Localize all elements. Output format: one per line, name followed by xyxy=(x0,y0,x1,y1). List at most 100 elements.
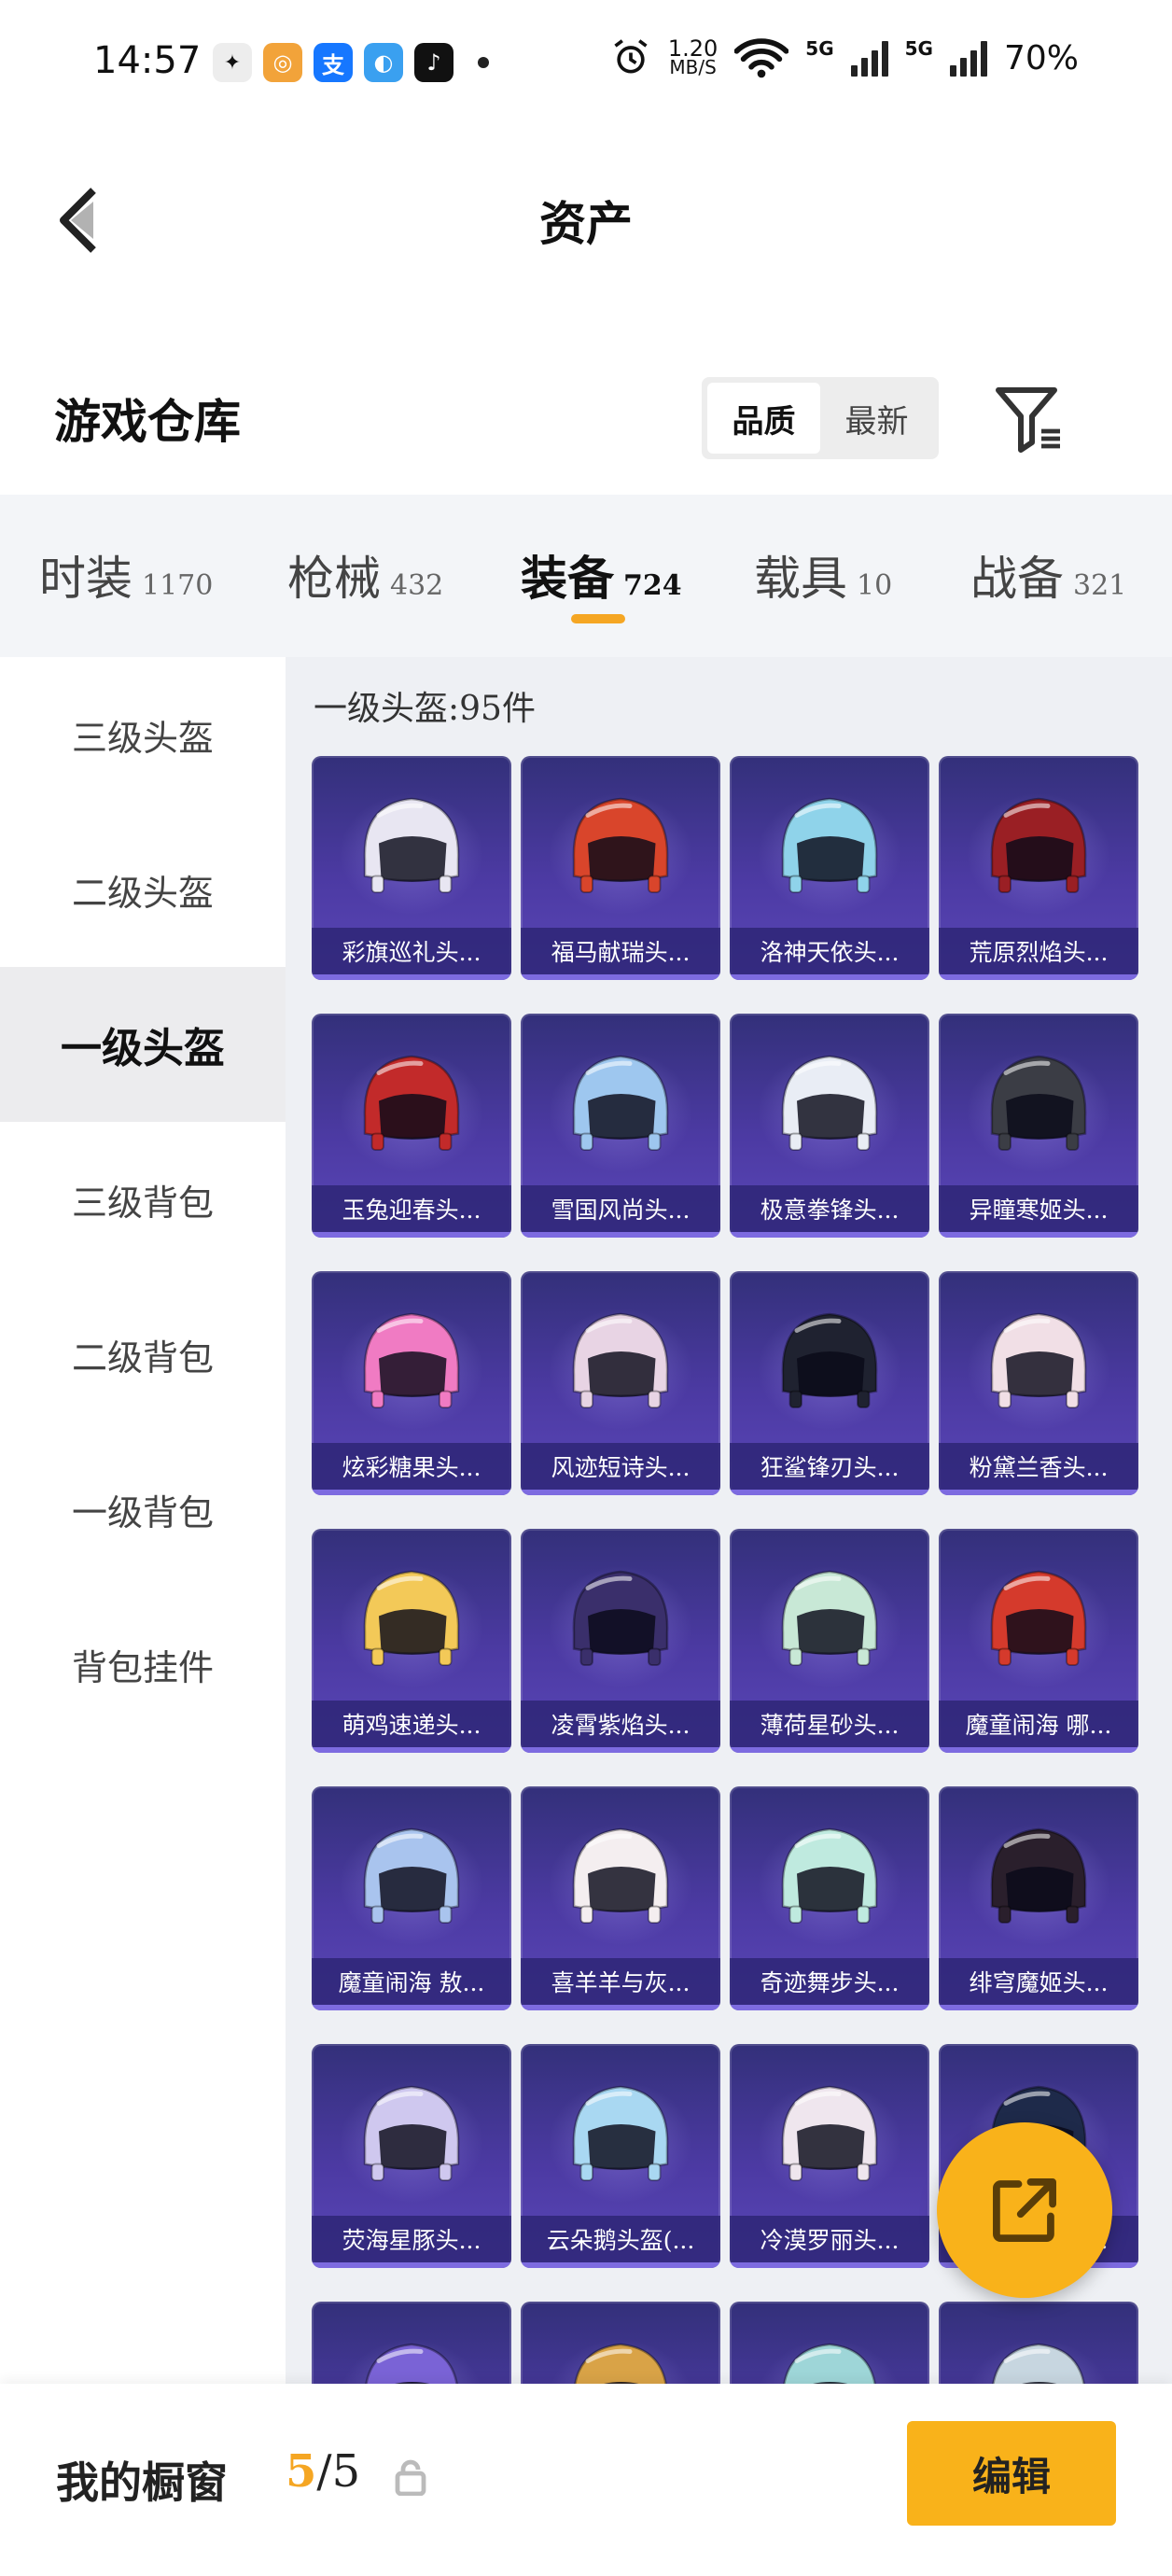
helmet-card[interactable]: 奇迹舞步头... xyxy=(730,1786,929,2010)
showcase-count-separator: / xyxy=(316,2445,332,2498)
page-title: 资产 xyxy=(539,196,633,251)
sidebar-item-level2-helmet[interactable]: 二级头盔 xyxy=(0,812,286,967)
section-title: 游戏仓库 xyxy=(54,394,241,449)
share-fab-button[interactable] xyxy=(937,2122,1112,2298)
battery-level: 70% xyxy=(1003,38,1079,77)
sidebar-item-level1-backpack[interactable]: 一级背包 xyxy=(0,1432,286,1587)
filter-button[interactable] xyxy=(993,383,1067,454)
sidebar-item-level3-helmet[interactable]: 三级头盔 xyxy=(0,657,286,812)
helmet-card[interactable]: 狂鲨锋刃头... xyxy=(730,1271,929,1495)
helmet-card[interactable]: 炫彩糖果头... xyxy=(312,1271,511,1495)
alarm-icon xyxy=(614,39,648,74)
helmet-card[interactable]: 凌霄紫焰头... xyxy=(521,1529,720,1753)
sort-toggle: 品质 最新 xyxy=(702,377,939,459)
helmet-name: 魔童闹海 哪... xyxy=(939,1701,1138,1747)
helmet-icon xyxy=(990,1570,1087,1666)
helmet-name: 奇迹舞步头... xyxy=(730,1958,929,2005)
network-speed-value: 1.20 xyxy=(667,35,719,62)
helmet-icon xyxy=(992,2343,1085,2384)
helmet-card[interactable]: 云朵鹅头盔(... xyxy=(521,2044,720,2268)
helmet-card[interactable]: 粉黛兰香头... xyxy=(939,1271,1138,1495)
helmet-card[interactable]: 洛神天依头... xyxy=(730,756,929,980)
tab-label: 时装 xyxy=(39,552,133,606)
helmet-card[interactable]: 彩旗巡礼头... xyxy=(312,756,511,980)
helmet-icon xyxy=(990,1055,1087,1151)
helmet-name: 魔童闹海 敖... xyxy=(312,1958,511,2005)
tab-label: 战备 xyxy=(970,552,1064,606)
helmet-card[interactable]: 风迹短诗头... xyxy=(521,1271,720,1495)
showcase-count-total: 5 xyxy=(331,2445,361,2498)
helmet-icon xyxy=(572,1570,669,1666)
grid-caption: 一级头盔:95件 xyxy=(314,690,536,728)
tab-equipment[interactable]: 装备 724 xyxy=(521,541,682,609)
helmet-card[interactable]: 绯穹魔姬头... xyxy=(939,1786,1138,2010)
tab-count: 1170 xyxy=(142,569,214,602)
helmet-icon xyxy=(781,1055,878,1151)
helmet-card[interactable]: 异域银装头... xyxy=(939,2302,1138,2384)
helmet-name: 玉兔迎春头... xyxy=(312,1185,511,1232)
helmet-card[interactable]: 紫幽梦头盔(... xyxy=(312,2302,511,2384)
helmet-card[interactable]: 极意拳锋头... xyxy=(730,1014,929,1238)
tiktok-lite-icon: ✦ xyxy=(213,43,252,82)
helmet-icon xyxy=(990,1827,1087,1924)
helmet-card[interactable]: 福马献瑞头... xyxy=(521,756,720,980)
helmet-icon xyxy=(990,1312,1087,1408)
helmet-icon xyxy=(781,1312,878,1408)
status-bar: 14:57 ✦ ◎ 支 ◐ ♪ 1.20 MB/S 5G 5G 70% xyxy=(0,0,1172,131)
helmet-card[interactable]: 荒原烈焰头... xyxy=(939,756,1138,980)
helmet-name: 风迹短诗头... xyxy=(521,1443,720,1490)
helmet-name: 云朵鹅头盔(... xyxy=(521,2216,720,2262)
sort-option-latest[interactable]: 最新 xyxy=(820,383,933,454)
helmet-card[interactable]: 薄荷星砂头... xyxy=(730,1529,929,1753)
helmet-name: 冷漠罗丽头... xyxy=(730,2216,929,2262)
tab-supplies[interactable]: 战备 321 xyxy=(970,541,1126,609)
helmet-card[interactable]: 玉兔迎春头... xyxy=(312,1014,511,1238)
sort-option-quality[interactable]: 品质 xyxy=(707,383,820,454)
helmet-card[interactable]: 雪月幻音头... xyxy=(730,2302,929,2384)
status-app-icons: ✦ ◎ 支 ◐ ♪ xyxy=(213,43,489,82)
helmet-icon xyxy=(365,2343,458,2384)
helmet-card[interactable]: 雪国风尚头... xyxy=(521,1014,720,1238)
tab-vehicles[interactable]: 载具 10 xyxy=(754,541,892,609)
wifi-icon xyxy=(734,38,789,78)
tab-label: 枪械 xyxy=(287,552,381,606)
orange-app-icon: ◎ xyxy=(263,43,302,82)
helmet-icon xyxy=(572,2085,669,2181)
tab-count: 724 xyxy=(623,569,682,602)
sidebar-item-backpack-pendant[interactable]: 背包挂件 xyxy=(0,1587,286,1742)
status-time: 14:57 xyxy=(93,39,202,82)
helmet-icon xyxy=(363,1055,460,1151)
helmet-name: 凌霄紫焰头... xyxy=(521,1701,720,1747)
helmet-card[interactable]: 冷漠罗丽头... xyxy=(730,2044,929,2268)
helmet-card[interactable]: 魔童闹海 哪... xyxy=(939,1529,1138,1753)
lock-icon xyxy=(395,2459,426,2496)
helmet-name: 极意拳锋头... xyxy=(730,1185,929,1232)
helmet-card[interactable]: 魔童闹海 敖... xyxy=(312,1786,511,2010)
signal-icon xyxy=(850,39,888,77)
helmet-icon xyxy=(781,2085,878,2181)
helmet-icon xyxy=(572,1312,669,1408)
helmet-icon xyxy=(572,797,669,893)
helmet-card[interactable]: 六号稻草人... xyxy=(521,2302,720,2384)
helmet-card[interactable]: 异瞳寒姬头... xyxy=(939,1014,1138,1238)
helmet-card[interactable]: 喜羊羊与灰... xyxy=(521,1786,720,2010)
helmet-name: 狂鲨锋刃头... xyxy=(730,1443,929,1490)
helmet-icon xyxy=(574,2343,667,2384)
helmet-name: 雪国风尚头... xyxy=(521,1185,720,1232)
tab-fashion[interactable]: 时装 1170 xyxy=(39,541,213,609)
tab-count: 432 xyxy=(390,569,444,602)
sidebar-item-level1-helmet[interactable]: 一级头盔 xyxy=(0,967,286,1122)
sidebar-item-level2-backpack[interactable]: 二级背包 xyxy=(0,1277,286,1432)
helmet-name: 喜羊羊与灰... xyxy=(521,1958,720,2005)
helmet-name: 彩旗巡礼头... xyxy=(312,928,511,974)
helmet-name: 荧海星豚头... xyxy=(312,2216,511,2262)
tab-weapons[interactable]: 枪械 432 xyxy=(287,541,443,609)
helmet-icon xyxy=(363,1312,460,1408)
helmet-icon xyxy=(363,1570,460,1666)
helmet-card[interactable]: 萌鸡速递头... xyxy=(312,1529,511,1753)
helmet-name: 洛神天依头... xyxy=(730,928,929,974)
edit-button[interactable]: 编辑 xyxy=(907,2421,1116,2526)
helmet-card[interactable]: 荧海星豚头... xyxy=(312,2044,511,2268)
helmet-icon xyxy=(572,1055,669,1151)
sidebar-item-level3-backpack[interactable]: 三级背包 xyxy=(0,1122,286,1277)
